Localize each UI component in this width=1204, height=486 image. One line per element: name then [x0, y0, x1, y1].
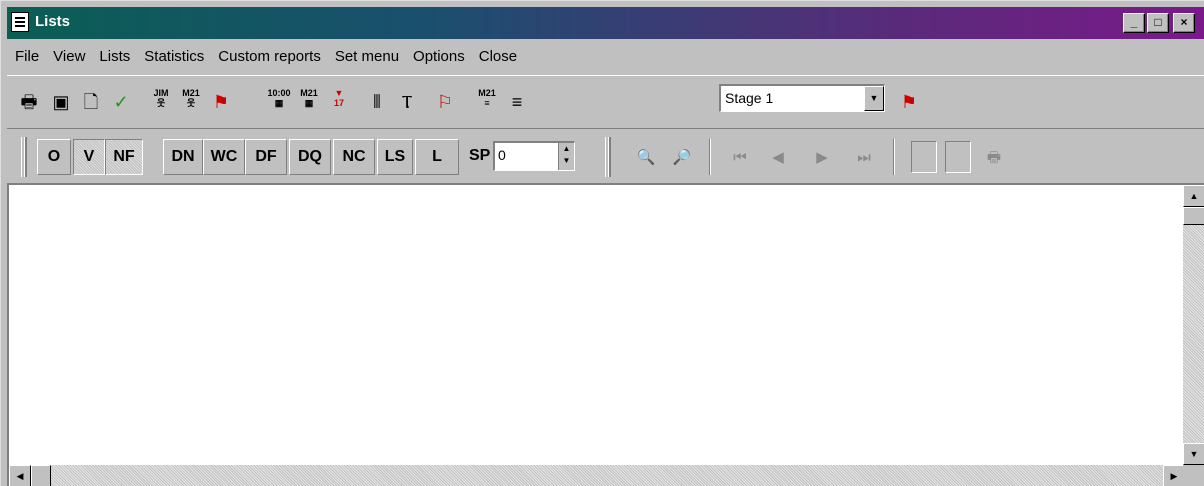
main-toolbar: 🖶 ▣ 🗋 ✓ JIM 웃 M21 웃 ⚑ 10:00 ▦ M21 ▦ ▼ 17 ⦀ Ⲧ …: [7, 75, 1204, 129]
first-page-icon[interactable]: ⏮: [729, 147, 751, 169]
toolbar-separator-2: [893, 139, 895, 175]
close-button[interactable]: ×: [1173, 13, 1195, 33]
window-list-icon: [11, 12, 29, 32]
scroll-up-icon[interactable]: ▲: [1183, 185, 1204, 207]
calendar-m21-icon[interactable]: M21 ▦: [295, 88, 323, 116]
code-dq-button[interactable]: DQ: [289, 139, 331, 175]
menu-view[interactable]: View: [53, 47, 85, 71]
stage-dropdown[interactable]: Stage 1 ▼: [719, 84, 885, 112]
preview-icon[interactable]: 🗋: [77, 88, 105, 116]
page-box-1[interactable]: [911, 141, 937, 173]
code-dn-button[interactable]: DN: [163, 139, 203, 175]
menu-set-menu[interactable]: Set menu: [335, 47, 399, 71]
list-m21-icon[interactable]: M21 ≡: [473, 88, 501, 116]
menu-bar: File View Lists Statistics Custom report…: [15, 47, 531, 71]
result-code-toolbar: O V NF DN WC DF DQ NC LS L SP 0 ▲ ▼ 🔍 🔎 ⏮…: [7, 131, 1027, 181]
lists-window: Lists _ □ × File View Lists Statistics C…: [0, 0, 1204, 486]
runner-jim-label: JIM: [153, 88, 169, 98]
check-icon[interactable]: ✓: [107, 88, 135, 116]
team-icon[interactable]: ⚐: [431, 88, 459, 116]
toolbar-separator: [709, 139, 711, 175]
scroll-down-icon[interactable]: ▼: [1183, 443, 1204, 465]
print-icon[interactable]: 🖶: [15, 88, 43, 116]
vertical-scroll-thumb[interactable]: [1183, 207, 1204, 225]
next-page-icon[interactable]: ▶: [811, 147, 833, 169]
toolbar-grip[interactable]: [21, 137, 27, 177]
sp-spinbox[interactable]: 0 ▲ ▼: [493, 141, 575, 171]
menu-custom-reports[interactable]: Custom reports: [218, 47, 321, 71]
trophy-icon[interactable]: Ⲧ: [393, 88, 421, 116]
code-wc-button[interactable]: WC: [203, 139, 245, 175]
calendar-m21-label: M21: [300, 88, 318, 98]
code-nf-button[interactable]: NF: [105, 139, 143, 175]
page-box-2[interactable]: [945, 141, 971, 173]
scroll-left-icon[interactable]: ◀: [9, 465, 31, 486]
size-grip[interactable]: [1183, 465, 1204, 486]
chevron-down-icon[interactable]: ▼: [864, 86, 884, 111]
zoom-out-icon[interactable]: 🔍: [635, 147, 657, 169]
zoom-in-icon[interactable]: 🔎: [671, 147, 693, 169]
prev-page-icon[interactable]: ◀: [767, 147, 789, 169]
medals-icon[interactable]: ⦀: [363, 88, 391, 116]
runner-red-icon[interactable]: ⚑: [207, 88, 235, 116]
last-page-icon[interactable]: ⏭: [853, 147, 875, 169]
runner-m21-label: M21: [182, 88, 200, 98]
menu-file[interactable]: File: [15, 47, 39, 71]
spin-arrows-icon[interactable]: ▲ ▼: [558, 143, 574, 170]
time-1000-icon[interactable]: 10:00 ▦: [265, 88, 293, 116]
sp-label: SP: [469, 147, 491, 164]
toolbar-grip-2[interactable]: [605, 137, 611, 177]
window-title: Lists: [35, 13, 71, 30]
print-preview-icon[interactable]: 🖶: [983, 147, 1005, 169]
menu-statistics[interactable]: Statistics: [144, 47, 204, 71]
horizontal-scrollbar[interactable]: ◀ ▶: [9, 465, 1185, 486]
menu-close[interactable]: Close: [479, 47, 517, 71]
flag-list-icon[interactable]: ⚑: [895, 88, 923, 116]
scroll-right-icon[interactable]: ▶: [1163, 465, 1185, 486]
code-v-button[interactable]: V: [73, 139, 105, 175]
time-1000-label: 10:00: [267, 88, 291, 98]
code-o-button[interactable]: O: [37, 139, 71, 175]
code-l-button[interactable]: L: [415, 139, 459, 175]
horizontal-scroll-thumb[interactable]: [31, 465, 51, 486]
runner-jim-icon[interactable]: JIM 웃: [147, 88, 175, 116]
menu-lists[interactable]: Lists: [99, 47, 130, 71]
code-df-button[interactable]: DF: [245, 139, 287, 175]
title-bar[interactable]: Lists _ □ ×: [7, 7, 1204, 39]
menu-options[interactable]: Options: [413, 47, 465, 71]
list-red-icon[interactable]: ≡: [503, 88, 531, 116]
code-ls-button[interactable]: LS: [377, 139, 413, 175]
list-m21-label: M21: [478, 88, 496, 98]
calendar-red-icon[interactable]: ▼ 17: [325, 88, 353, 116]
runner-m21-icon[interactable]: M21 웃: [177, 88, 205, 116]
sp-value: 0: [498, 147, 506, 163]
code-nc-button[interactable]: NC: [333, 139, 375, 175]
stage-value: Stage 1: [725, 90, 774, 106]
minimize-button[interactable]: _: [1123, 13, 1145, 33]
vertical-scrollbar[interactable]: ▲ ▼: [1183, 185, 1204, 465]
maximize-button[interactable]: □: [1147, 13, 1169, 33]
save-icon[interactable]: ▣: [47, 88, 75, 116]
calendar-red-label: 17: [333, 98, 344, 108]
list-content-area[interactable]: ▲ ▼ ◀ ▶: [7, 183, 1204, 486]
